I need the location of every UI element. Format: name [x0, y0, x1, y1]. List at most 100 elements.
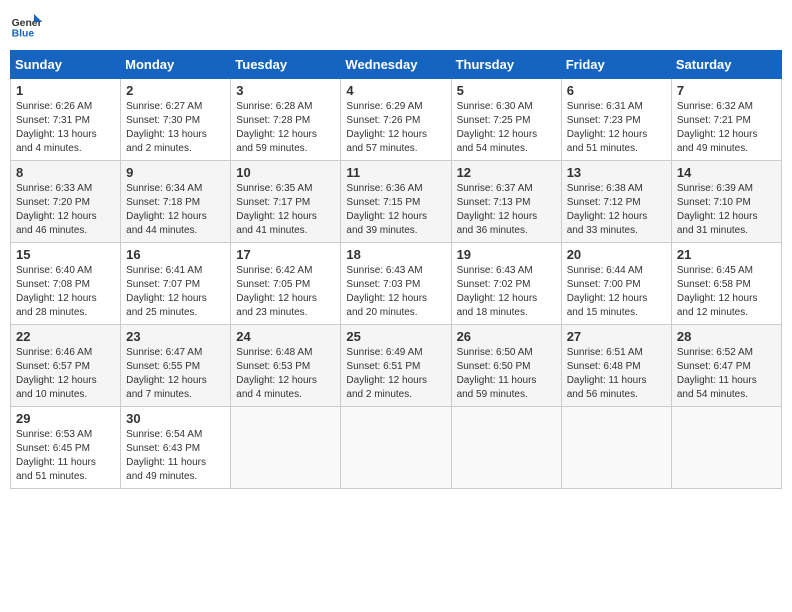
calendar-cell: 19 Sunrise: 6:43 AMSunset: 7:02 PMDayligh…	[451, 243, 561, 325]
day-number: 2	[126, 83, 225, 98]
day-info: Sunrise: 6:48 AMSunset: 6:53 PMDaylight:…	[236, 346, 335, 402]
calendar-cell: 2 Sunrise: 6:27 AMSunset: 7:30 PMDaylight…	[121, 79, 231, 161]
day-info: Sunrise: 6:36 AMSunset: 7:15 PMDaylight:…	[346, 182, 445, 238]
day-info: Sunrise: 6:33 AMSunset: 7:20 PMDaylight:…	[16, 182, 115, 238]
svg-text:Blue: Blue	[12, 28, 35, 39]
day-number: 17	[236, 247, 335, 262]
day-info: Sunrise: 6:27 AMSunset: 7:30 PMDaylight:…	[126, 100, 225, 156]
calendar-cell: 27Sunrise: 6:51 AMSunset: 6:48 PMDayligh…	[561, 325, 671, 407]
calendar-cell: 25Sunrise: 6:49 AMSunset: 6:51 PMDayligh…	[341, 325, 451, 407]
day-number: 27	[567, 329, 666, 344]
calendar-cell: 3Sunrise: 6:28 AMSunset: 7:28 PMDaylight…	[231, 79, 341, 161]
week-row: 29 Sunrise: 6:53 AMSunset: 6:45 PMDayligh…	[11, 407, 782, 489]
day-number: 21	[677, 247, 776, 262]
day-info: Sunrise: 6:43 AMSunset: 7:02 PMDaylight:…	[457, 264, 556, 320]
calendar-cell: 16 Sunrise: 6:41 AMSunset: 7:07 PMDayligh…	[121, 243, 231, 325]
page-header: General Blue	[10, 10, 782, 42]
calendar-cell: 24 Sunrise: 6:48 AMSunset: 6:53 PMDayligh…	[231, 325, 341, 407]
calendar-cell	[561, 407, 671, 489]
day-number: 8	[16, 165, 115, 180]
calendar-cell	[341, 407, 451, 489]
week-row: 15Sunrise: 6:40 AMSunset: 7:08 PMDayligh…	[11, 243, 782, 325]
day-info: Sunrise: 6:32 AMSunset: 7:21 PMDaylight:…	[677, 100, 776, 156]
calendar-table: SundayMondayTuesdayWednesdayThursdayFrid…	[10, 50, 782, 489]
header-cell-thursday: Thursday	[451, 51, 561, 79]
header-cell-tuesday: Tuesday	[231, 51, 341, 79]
calendar-cell: 20 Sunrise: 6:44 AMSunset: 7:00 PMDayligh…	[561, 243, 671, 325]
day-info: Sunrise: 6:26 AMSunset: 7:31 PMDaylight:…	[16, 100, 115, 156]
calendar-cell: 18 Sunrise: 6:43 AMSunset: 7:03 PMDayligh…	[341, 243, 451, 325]
calendar-cell: 21 Sunrise: 6:45 AMSunset: 6:58 PMDayligh…	[671, 243, 781, 325]
calendar-cell: 4 Sunrise: 6:29 AMSunset: 7:26 PMDaylight…	[341, 79, 451, 161]
day-number: 30	[126, 411, 225, 426]
week-row: 8 Sunrise: 6:33 AMSunset: 7:20 PMDaylight…	[11, 161, 782, 243]
day-number: 15	[16, 247, 115, 262]
calendar-cell: 26 Sunrise: 6:50 AMSunset: 6:50 PMDayligh…	[451, 325, 561, 407]
day-info: Sunrise: 6:50 AMSunset: 6:50 PMDaylight:…	[457, 346, 556, 402]
calendar-cell: 14 Sunrise: 6:39 AMSunset: 7:10 PMDayligh…	[671, 161, 781, 243]
day-info: Sunrise: 6:34 AMSunset: 7:18 PMDaylight:…	[126, 182, 225, 238]
day-number: 26	[457, 329, 556, 344]
day-number: 10	[236, 165, 335, 180]
day-info: Sunrise: 6:37 AMSunset: 7:13 PMDaylight:…	[457, 182, 556, 238]
calendar-cell: 23Sunrise: 6:47 AMSunset: 6:55 PMDayligh…	[121, 325, 231, 407]
calendar-cell: 8 Sunrise: 6:33 AMSunset: 7:20 PMDaylight…	[11, 161, 121, 243]
day-number: 3	[236, 83, 335, 98]
calendar-cell: 17 Sunrise: 6:42 AMSunset: 7:05 PMDayligh…	[231, 243, 341, 325]
day-info: Sunrise: 6:49 AMSunset: 6:51 PMDaylight:…	[346, 346, 445, 402]
header-cell-saturday: Saturday	[671, 51, 781, 79]
header-row: SundayMondayTuesdayWednesdayThursdayFrid…	[11, 51, 782, 79]
week-row: 22 Sunrise: 6:46 AMSunset: 6:57 PMDayligh…	[11, 325, 782, 407]
header-cell-wednesday: Wednesday	[341, 51, 451, 79]
day-number: 20	[567, 247, 666, 262]
calendar-cell: 13 Sunrise: 6:38 AMSunset: 7:12 PMDayligh…	[561, 161, 671, 243]
logo-icon: General Blue	[10, 10, 42, 42]
day-number: 29	[16, 411, 115, 426]
calendar-cell: 6 Sunrise: 6:31 AMSunset: 7:23 PMDaylight…	[561, 79, 671, 161]
day-info: Sunrise: 6:42 AMSunset: 7:05 PMDaylight:…	[236, 264, 335, 320]
day-number: 16	[126, 247, 225, 262]
calendar-cell: 28 Sunrise: 6:52 AMSunset: 6:47 PMDayligh…	[671, 325, 781, 407]
day-info: Sunrise: 6:35 AMSunset: 7:17 PMDaylight:…	[236, 182, 335, 238]
calendar-cell	[671, 407, 781, 489]
logo: General Blue	[10, 10, 42, 42]
day-info: Sunrise: 6:41 AMSunset: 7:07 PMDaylight:…	[126, 264, 225, 320]
day-info: Sunrise: 6:54 AMSunset: 6:43 PMDaylight:…	[126, 428, 225, 484]
calendar-cell: 30 Sunrise: 6:54 AMSunset: 6:43 PMDayligh…	[121, 407, 231, 489]
calendar-cell: 1 Sunrise: 6:26 AMSunset: 7:31 PMDaylight…	[11, 79, 121, 161]
day-info: Sunrise: 6:39 AMSunset: 7:10 PMDaylight:…	[677, 182, 776, 238]
day-number: 13	[567, 165, 666, 180]
calendar-cell: 7 Sunrise: 6:32 AMSunset: 7:21 PMDaylight…	[671, 79, 781, 161]
day-number: 19	[457, 247, 556, 262]
day-info: Sunrise: 6:43 AMSunset: 7:03 PMDaylight:…	[346, 264, 445, 320]
calendar-cell: 9 Sunrise: 6:34 AMSunset: 7:18 PMDaylight…	[121, 161, 231, 243]
day-info: Sunrise: 6:47 AMSunset: 6:55 PMDaylight:…	[126, 346, 225, 402]
day-number: 28	[677, 329, 776, 344]
day-number: 7	[677, 83, 776, 98]
day-info: Sunrise: 6:29 AMSunset: 7:26 PMDaylight:…	[346, 100, 445, 156]
day-number: 9	[126, 165, 225, 180]
calendar-cell: 5Sunrise: 6:30 AMSunset: 7:25 PMDaylight…	[451, 79, 561, 161]
day-number: 6	[567, 83, 666, 98]
calendar-body: 1 Sunrise: 6:26 AMSunset: 7:31 PMDaylight…	[11, 79, 782, 489]
day-number: 1	[16, 83, 115, 98]
day-info: Sunrise: 6:46 AMSunset: 6:57 PMDaylight:…	[16, 346, 115, 402]
day-info: Sunrise: 6:38 AMSunset: 7:12 PMDaylight:…	[567, 182, 666, 238]
day-number: 24	[236, 329, 335, 344]
day-info: Sunrise: 6:44 AMSunset: 7:00 PMDaylight:…	[567, 264, 666, 320]
day-info: Sunrise: 6:53 AMSunset: 6:45 PMDaylight:…	[16, 428, 115, 484]
day-number: 22	[16, 329, 115, 344]
week-row: 1 Sunrise: 6:26 AMSunset: 7:31 PMDaylight…	[11, 79, 782, 161]
day-info: Sunrise: 6:45 AMSunset: 6:58 PMDaylight:…	[677, 264, 776, 320]
header-cell-friday: Friday	[561, 51, 671, 79]
day-number: 4	[346, 83, 445, 98]
day-number: 11	[346, 165, 445, 180]
day-info: Sunrise: 6:31 AMSunset: 7:23 PMDaylight:…	[567, 100, 666, 156]
day-info: Sunrise: 6:52 AMSunset: 6:47 PMDaylight:…	[677, 346, 776, 402]
calendar-cell: 22 Sunrise: 6:46 AMSunset: 6:57 PMDayligh…	[11, 325, 121, 407]
calendar-cell: 15Sunrise: 6:40 AMSunset: 7:08 PMDayligh…	[11, 243, 121, 325]
day-number: 18	[346, 247, 445, 262]
day-number: 12	[457, 165, 556, 180]
day-number: 14	[677, 165, 776, 180]
calendar-cell	[451, 407, 561, 489]
